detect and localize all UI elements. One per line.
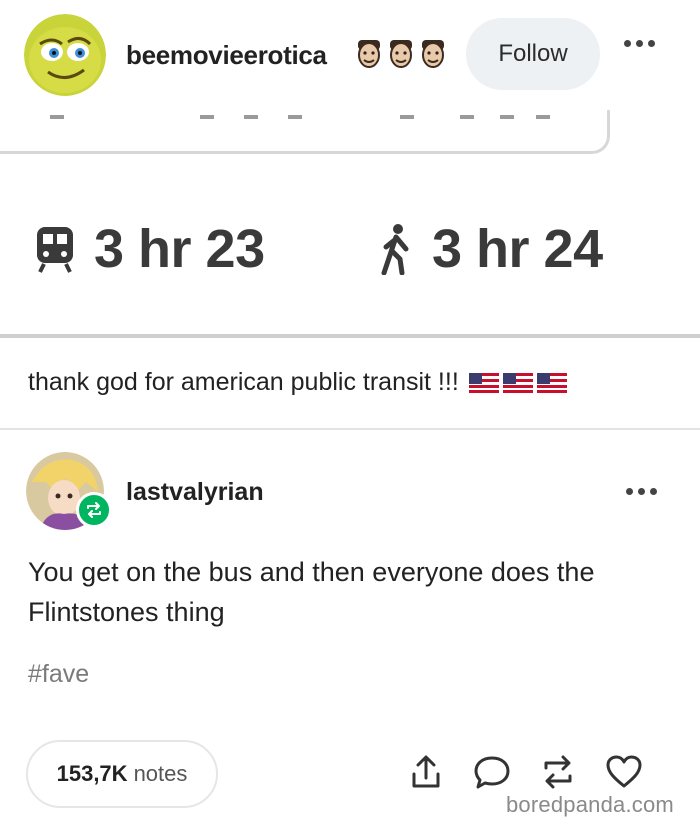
us-flag-icon: [536, 372, 567, 393]
notes-count: 153,7K: [56, 761, 128, 786]
comment-icon[interactable]: [472, 752, 512, 792]
us-flag-icon: [502, 372, 533, 393]
notes-label: notes: [133, 761, 188, 786]
reblog-username[interactable]: lastvalyrian: [126, 478, 264, 507]
post-tag[interactable]: #fave: [28, 660, 89, 689]
post-header: beemovieerotica Follow: [0, 0, 700, 110]
walk-time: 3 hr 24: [432, 219, 603, 279]
transit-route: 3 hr 23: [34, 218, 265, 280]
reblog-more-options-icon[interactable]: [626, 488, 657, 495]
heart-icon[interactable]: [604, 752, 644, 792]
reblog-text: You get on the bus and then everyone doe…: [28, 557, 595, 627]
walking-person-icon: [381, 224, 409, 275]
face-emoji-icon: [358, 40, 380, 68]
reblog-badge-icon: [76, 492, 112, 528]
caption-text: thank god for american public transit !!…: [28, 368, 459, 396]
face-emoji-icon: [422, 40, 444, 68]
us-flag-icon: [468, 372, 499, 393]
map-divider: [0, 334, 700, 338]
transit-time: 3 hr 23: [94, 219, 265, 279]
avatar[interactable]: [24, 14, 106, 96]
face-emoji-icon: [390, 40, 412, 68]
post-caption: thank god for american public transit !!…: [28, 368, 567, 397]
share-icon[interactable]: [406, 752, 446, 792]
more-options-icon[interactable]: [624, 40, 655, 47]
flag-emojis: [468, 372, 567, 393]
post-username[interactable]: beemovieerotica: [126, 40, 327, 71]
reblog-icon[interactable]: [538, 752, 578, 792]
map-screenshot: 3 hr 23 3 hr 24: [0, 110, 700, 342]
notes-button[interactable]: 153,7K notes: [26, 740, 218, 808]
reblog-divider: [0, 428, 700, 430]
username-emojis: [356, 40, 446, 68]
train-icon: [37, 227, 73, 273]
walk-route: 3 hr 24: [378, 218, 603, 280]
follow-button[interactable]: Follow: [466, 18, 600, 90]
post-actions: [406, 752, 644, 792]
watermark: boredpanda.com: [506, 792, 674, 817]
faded-text-fragment: [50, 115, 550, 119]
